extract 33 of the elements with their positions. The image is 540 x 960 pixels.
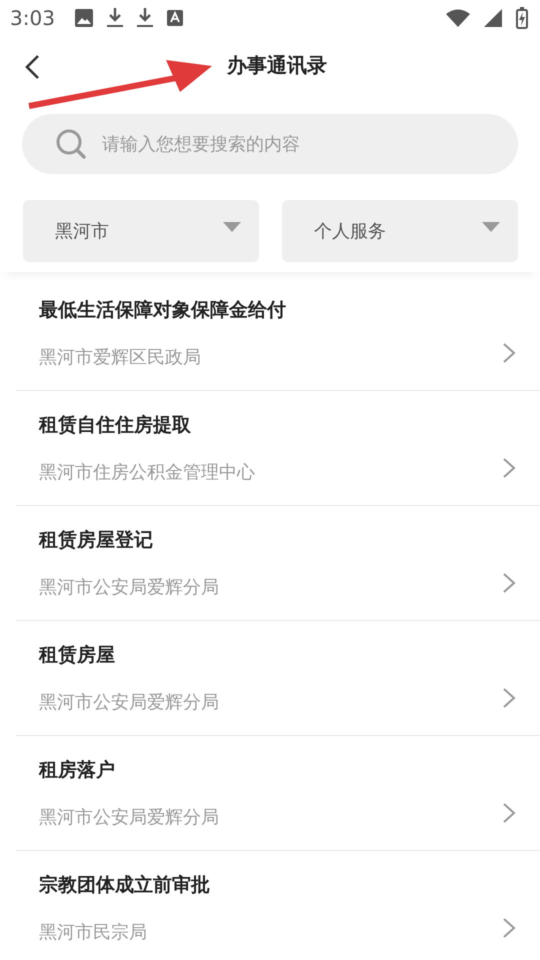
service-title[interactable]: 租房落户 [39, 757, 502, 783]
image-icon [74, 9, 93, 27]
status-time: 3:03 [10, 6, 55, 30]
battery-icon [516, 7, 528, 29]
dropdown-caret-icon [482, 222, 500, 232]
service-title[interactable]: 最低生活保障对象保障金给付 [39, 297, 502, 323]
chevron-right-icon [502, 917, 516, 939]
chevron-right-icon [502, 457, 516, 479]
dropdown-caret-icon [223, 222, 241, 232]
wifi-icon [446, 9, 470, 27]
chevron-right-icon [502, 687, 516, 709]
filter-dropdown[interactable]: 黑河市 [23, 200, 259, 262]
department-name: 黑河市公安局爱辉分局 [39, 806, 220, 829]
search-icon [56, 129, 86, 159]
page-title: 办事通讯录 [227, 52, 327, 78]
service-title[interactable]: 租赁房屋 [39, 642, 502, 668]
department-name: 黑河市公安局爱辉分局 [39, 691, 220, 714]
filter-dropdown[interactable]: 个人服务 [282, 200, 518, 262]
service-title[interactable]: 租赁房屋登记 [39, 527, 502, 553]
download-icon [136, 8, 153, 28]
service-title[interactable]: 宗教团体成立前审批 [39, 872, 502, 898]
chevron-right-icon [502, 342, 516, 364]
department-name: 黑河市爱辉区民政局 [39, 346, 202, 369]
search-field[interactable]: 请输入您想要搜索的内容 [22, 114, 518, 174]
chevron-right-icon [502, 572, 516, 594]
department-name: 黑河市住房公积金管理中心 [39, 461, 256, 484]
chevron-right-icon [502, 802, 516, 824]
department-name: 黑河市民宗局 [39, 921, 148, 944]
service-title[interactable]: 租赁自住住房提取 [39, 412, 502, 438]
signal-icon [484, 9, 502, 27]
download-icon [106, 8, 123, 28]
font-icon [166, 10, 183, 26]
department-name: 黑河市公安局爱辉分局 [39, 576, 220, 599]
